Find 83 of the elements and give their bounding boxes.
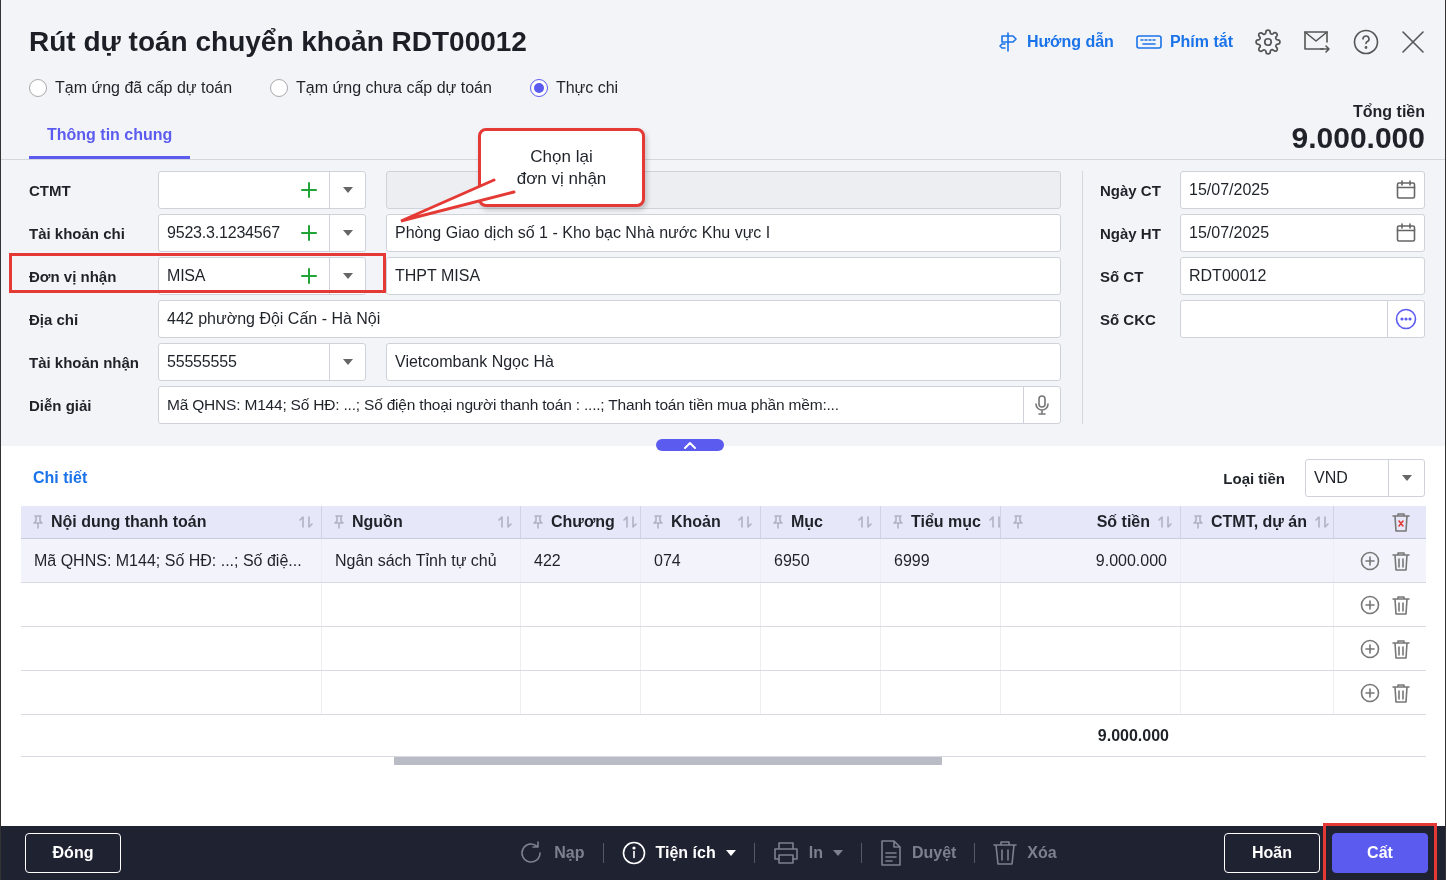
trash-icon[interactable] <box>1392 638 1410 659</box>
tab[interactable]: Thông tin chung <box>29 126 191 159</box>
field-label: Diễn giải <box>29 396 93 414</box>
collapse-button[interactable] <box>656 439 724 451</box>
total-cell-text: 9.000.000 <box>1096 725 1170 746</box>
keyboard-icon <box>1135 33 1162 51</box>
caret-icon[interactable] <box>342 273 353 279</box>
radio-option[interactable]: Thực chi <box>529 79 619 97</box>
trash-icon[interactable] <box>1392 682 1410 703</box>
scrollbar-thumb[interactable] <box>394 757 942 765</box>
caret-icon <box>725 850 736 856</box>
field-label: CTMT <box>29 181 72 199</box>
caret-icon[interactable] <box>342 230 353 236</box>
total-amount: 9.000.000 <box>1291 121 1425 155</box>
calendar-icon[interactable] <box>1396 180 1416 200</box>
field-label: Địa chỉ <box>29 310 80 328</box>
combo-field[interactable] <box>158 171 366 209</box>
combo-field[interactable]: 9523.3.1234567 <box>158 214 366 252</box>
trash-icon[interactable] <box>1392 550 1410 571</box>
table-cell: Mã QHNS: M144; Số HĐ: ...; Số điệ... <box>21 539 322 582</box>
text-field[interactable]: Vietcombank Ngọc Hà <box>386 343 1061 381</box>
plus-icon[interactable] <box>301 225 317 241</box>
field-label: Đơn vị nhận <box>29 267 118 285</box>
table-cell: 9.000.000 <box>1001 539 1181 582</box>
text-field[interactable]: THPT MISA <box>386 257 1061 295</box>
field-label: Ngày CT <box>1100 181 1162 199</box>
close-icon[interactable] <box>1401 30 1425 54</box>
text-field[interactable]: RDT00012 <box>1180 257 1425 295</box>
radio-option[interactable]: Tạm ứng chưa cấp dự toán <box>270 79 492 97</box>
help-icon[interactable] <box>1353 29 1379 55</box>
text-field[interactable]: 442 phường Đội Cấn - Hà Nội <box>158 300 1061 338</box>
trash-icon[interactable] <box>1392 594 1410 615</box>
info-circle-icon <box>621 841 646 865</box>
table-cell: 6999 <box>881 539 1001 582</box>
printer-icon <box>772 841 799 865</box>
field-label: Ngày HT <box>1100 224 1162 242</box>
postpone-button[interactable]: Hoãn <box>1224 833 1320 873</box>
add-circle-icon[interactable] <box>1360 638 1380 659</box>
caret-icon[interactable] <box>1401 475 1412 481</box>
plus-icon[interactable] <box>301 182 317 198</box>
table-cell: 6950 <box>761 539 881 582</box>
field-label: Số CT <box>1100 267 1145 285</box>
date-field[interactable]: 15/07/2025 <box>1180 214 1425 252</box>
table-cell: 074 <box>641 539 761 582</box>
microphone-icon[interactable] <box>1035 395 1049 415</box>
window-title: Rút dự toán chuyển khoản RDT00012 <box>29 26 527 58</box>
trash-icon <box>993 840 1018 866</box>
signpost-icon <box>996 31 1019 53</box>
header-link[interactable]: Phím tắt <box>1135 33 1233 51</box>
combo-field[interactable]: MISA <box>158 257 366 295</box>
field-label: Loại tiền <box>1223 469 1285 487</box>
table-cell: 422 <box>521 539 641 582</box>
caret-icon[interactable] <box>342 187 353 193</box>
toolbar-button[interactable]: Tiện ích <box>621 841 736 865</box>
settings-icon[interactable] <box>1255 29 1281 55</box>
calendar-icon[interactable] <box>1396 223 1416 243</box>
date-field[interactable]: 15/07/2025 <box>1180 171 1425 209</box>
chevron-up-icon <box>684 441 696 449</box>
plus-icon[interactable] <box>301 268 317 284</box>
field-label: Số CKC <box>1100 310 1157 328</box>
add-circle-icon[interactable] <box>1360 550 1380 571</box>
text-field[interactable] <box>1180 300 1425 338</box>
caret-icon <box>832 850 843 856</box>
save-button[interactable]: Cất <box>1332 833 1428 873</box>
header-link[interactable]: Hướng dẫn <box>996 31 1114 53</box>
total-label: Tổng tiền <box>1352 103 1425 121</box>
caret-icon[interactable] <box>342 359 353 365</box>
add-circle-icon[interactable] <box>1360 682 1380 703</box>
more-icon[interactable] <box>1395 308 1417 330</box>
combo-field[interactable]: 55555555 <box>158 343 366 381</box>
memo-field[interactable]: Mã QHNS: M144; Số HĐ: ...; Số điện thoại người thanh toán : ....; Thanh toán tiền mua phần mềm:... <box>158 386 1061 424</box>
mail-forward-icon[interactable] <box>1303 29 1331 55</box>
radio-option[interactable]: Tạm ứng đã cấp dự toán <box>29 79 233 97</box>
delete-all-icon[interactable] <box>1392 512 1410 532</box>
table-cell: Ngân sách Tỉnh tự chủ <box>322 539 521 582</box>
document-icon <box>879 840 902 866</box>
currency-select[interactable]: VND <box>1305 459 1425 497</box>
add-circle-icon[interactable] <box>1360 594 1380 615</box>
field-label: Tài khoản chi <box>29 224 126 242</box>
field-label: Tài khoản nhận <box>29 353 140 371</box>
close-button[interactable]: Đóng <box>25 833 121 873</box>
section-tab[interactable]: Chi tiết <box>21 469 88 487</box>
callout-text: Chọn lại đơn vị nhận <box>516 145 607 190</box>
